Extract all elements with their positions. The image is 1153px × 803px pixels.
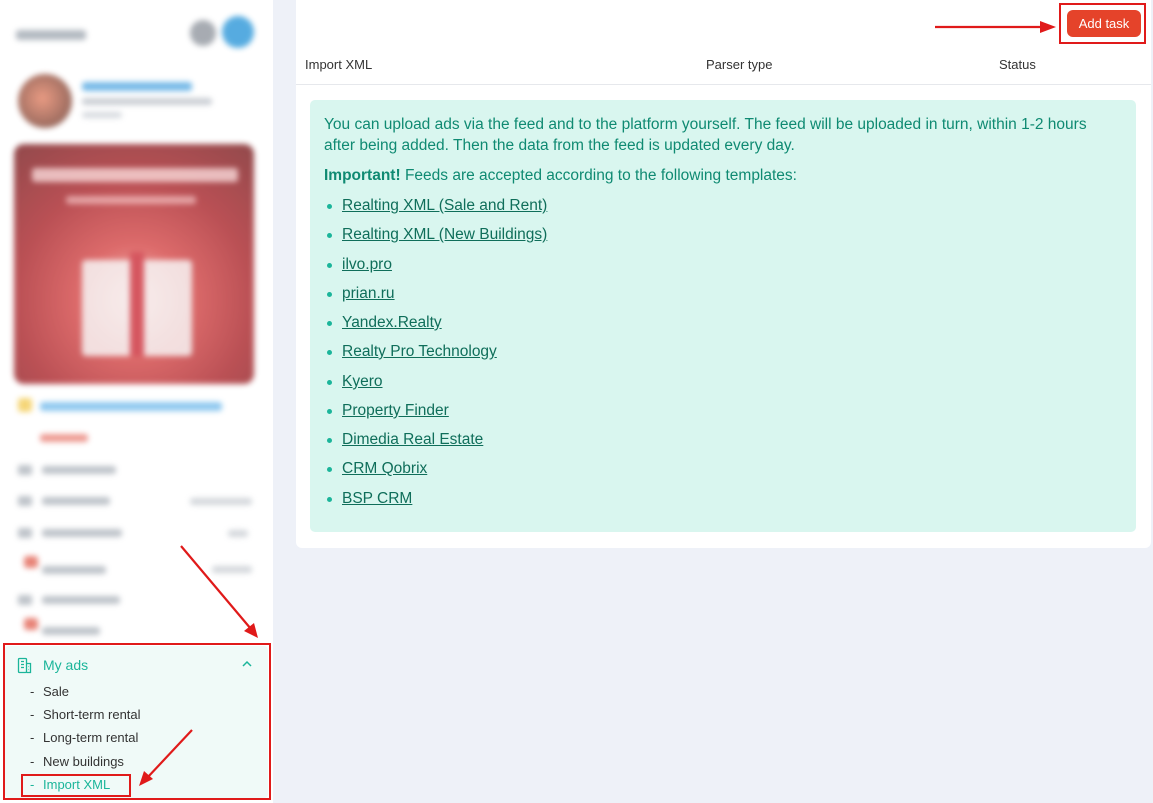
gift-ribbon	[130, 252, 144, 356]
column-header-import-xml[interactable]: Import XML	[305, 57, 372, 72]
blurred-username	[16, 30, 86, 40]
blurred-menu-icon	[24, 556, 38, 568]
blurred-avatar-icon	[222, 16, 254, 48]
feed-link[interactable]: Yandex.Realty	[342, 314, 442, 332]
feed-list-item: ilvo.pro	[327, 256, 392, 274]
feed-link[interactable]: Realting XML (New Buildings)	[342, 226, 547, 244]
info-description: You can upload ads via the feed and to t…	[324, 116, 1087, 154]
avatar	[18, 74, 72, 128]
star-icon	[18, 398, 32, 412]
bullet-icon	[327, 203, 332, 209]
blurred-menu-item	[42, 497, 110, 505]
feed-list-item: Property Finder	[327, 402, 449, 420]
blurred-menu-item	[42, 529, 122, 537]
feed-link[interactable]: Kyero	[342, 373, 383, 391]
blurred-profile-link	[82, 82, 192, 91]
feed-link[interactable]: ilvo.pro	[342, 256, 392, 274]
feed-link[interactable]: prian.ru	[342, 285, 395, 303]
feed-list-item: Kyero	[327, 373, 383, 391]
feed-list-item: Realting XML (Sale and Rent)	[327, 197, 547, 215]
feed-list-item: Realting XML (New Buildings)	[327, 226, 547, 244]
column-header-parser-type[interactable]: Parser type	[706, 57, 772, 72]
blurred-menu-value	[212, 566, 252, 573]
feed-list-item: Yandex.Realty	[327, 314, 442, 332]
bullet-icon	[327, 437, 332, 443]
feed-link[interactable]: BSP CRM	[342, 490, 412, 508]
feed-link[interactable]: Realty Pro Technology	[342, 343, 497, 361]
info-important: Important! Feeds are accepted according …	[324, 165, 1114, 186]
important-label: Important!	[324, 167, 401, 184]
bullet-icon	[327, 232, 332, 238]
blurred-menu-item	[42, 566, 106, 574]
blurred-menu-icon	[18, 496, 32, 506]
import-xml-highlight	[21, 774, 131, 797]
add-task-highlight	[1059, 3, 1146, 44]
bullet-icon	[327, 379, 332, 385]
bullet-icon	[327, 496, 332, 502]
blurred-menu-item	[42, 596, 120, 604]
blurred-icon	[190, 20, 216, 46]
blurred-menu-icon	[18, 465, 32, 475]
feed-list-item: BSP CRM	[327, 490, 412, 508]
bullet-icon	[327, 262, 332, 268]
feed-link[interactable]: Dimedia Real Estate	[342, 431, 483, 449]
feed-list-item: prian.ru	[327, 285, 395, 303]
bullet-icon	[327, 320, 332, 326]
column-header-status[interactable]: Status	[999, 57, 1036, 72]
feed-list-item: CRM Qobrix	[327, 460, 427, 478]
blurred-menu-item	[42, 627, 100, 635]
important-text: Feeds are accepted according to the foll…	[400, 167, 797, 184]
blurred-banner-title	[32, 168, 238, 182]
blurred-sidebar-content	[0, 0, 273, 640]
feed-link[interactable]: Realting XML (Sale and Rent)	[342, 197, 547, 215]
blurred-profile-text	[82, 98, 212, 105]
bullet-icon	[327, 466, 332, 472]
blurred-menu-value	[190, 498, 252, 505]
blurred-menu-value	[228, 530, 248, 537]
blurred-menu-item	[42, 466, 116, 474]
feed-link[interactable]: Property Finder	[342, 402, 449, 420]
blurred-menu-icon	[24, 618, 38, 630]
blurred-menu-item	[40, 434, 88, 442]
bullet-icon	[327, 349, 332, 355]
blurred-menu-link	[40, 402, 222, 411]
blurred-menu-icon	[18, 595, 32, 605]
bullet-icon	[327, 408, 332, 414]
bullet-icon	[327, 291, 332, 297]
feed-list-item: Dimedia Real Estate	[327, 431, 483, 449]
feed-link[interactable]: CRM Qobrix	[342, 460, 427, 478]
blurred-banner-subtitle	[66, 196, 196, 204]
table-header-divider	[296, 84, 1151, 85]
blurred-profile-text	[82, 112, 122, 118]
blurred-menu-icon	[18, 528, 32, 538]
feed-list-item: Realty Pro Technology	[327, 343, 497, 361]
